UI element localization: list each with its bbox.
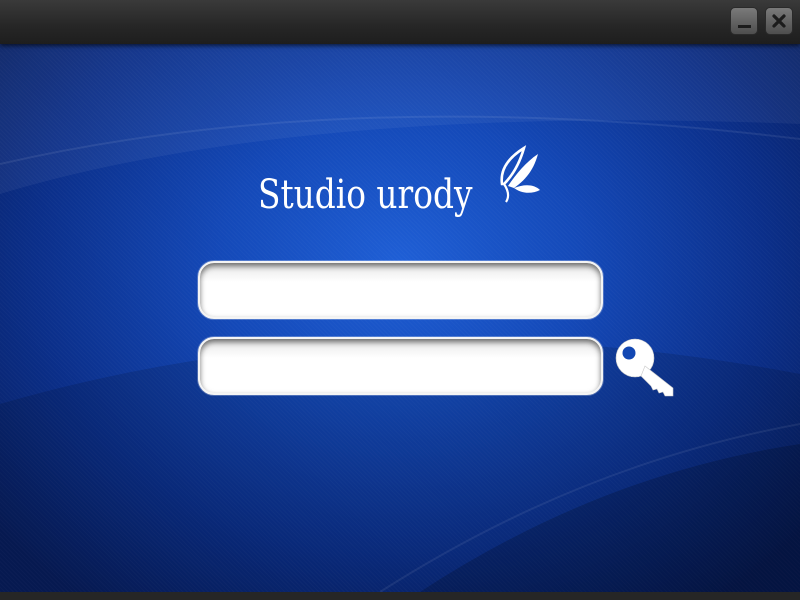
title-bar[interactable] [0,0,800,44]
minimize-button[interactable] [730,7,758,35]
close-button[interactable] [765,7,793,35]
close-icon [772,14,786,28]
username-field[interactable] [198,261,603,319]
butterfly-icon [500,145,540,203]
app-window: Studio urody [0,0,800,600]
login-button[interactable] [613,336,679,398]
minimize-icon [738,25,751,28]
password-field[interactable] [198,337,603,395]
key-icon [615,338,674,397]
bottom-bar [0,592,800,600]
logo-text: Studio urody [258,172,473,218]
app-logo: Studio urody [258,145,558,232]
